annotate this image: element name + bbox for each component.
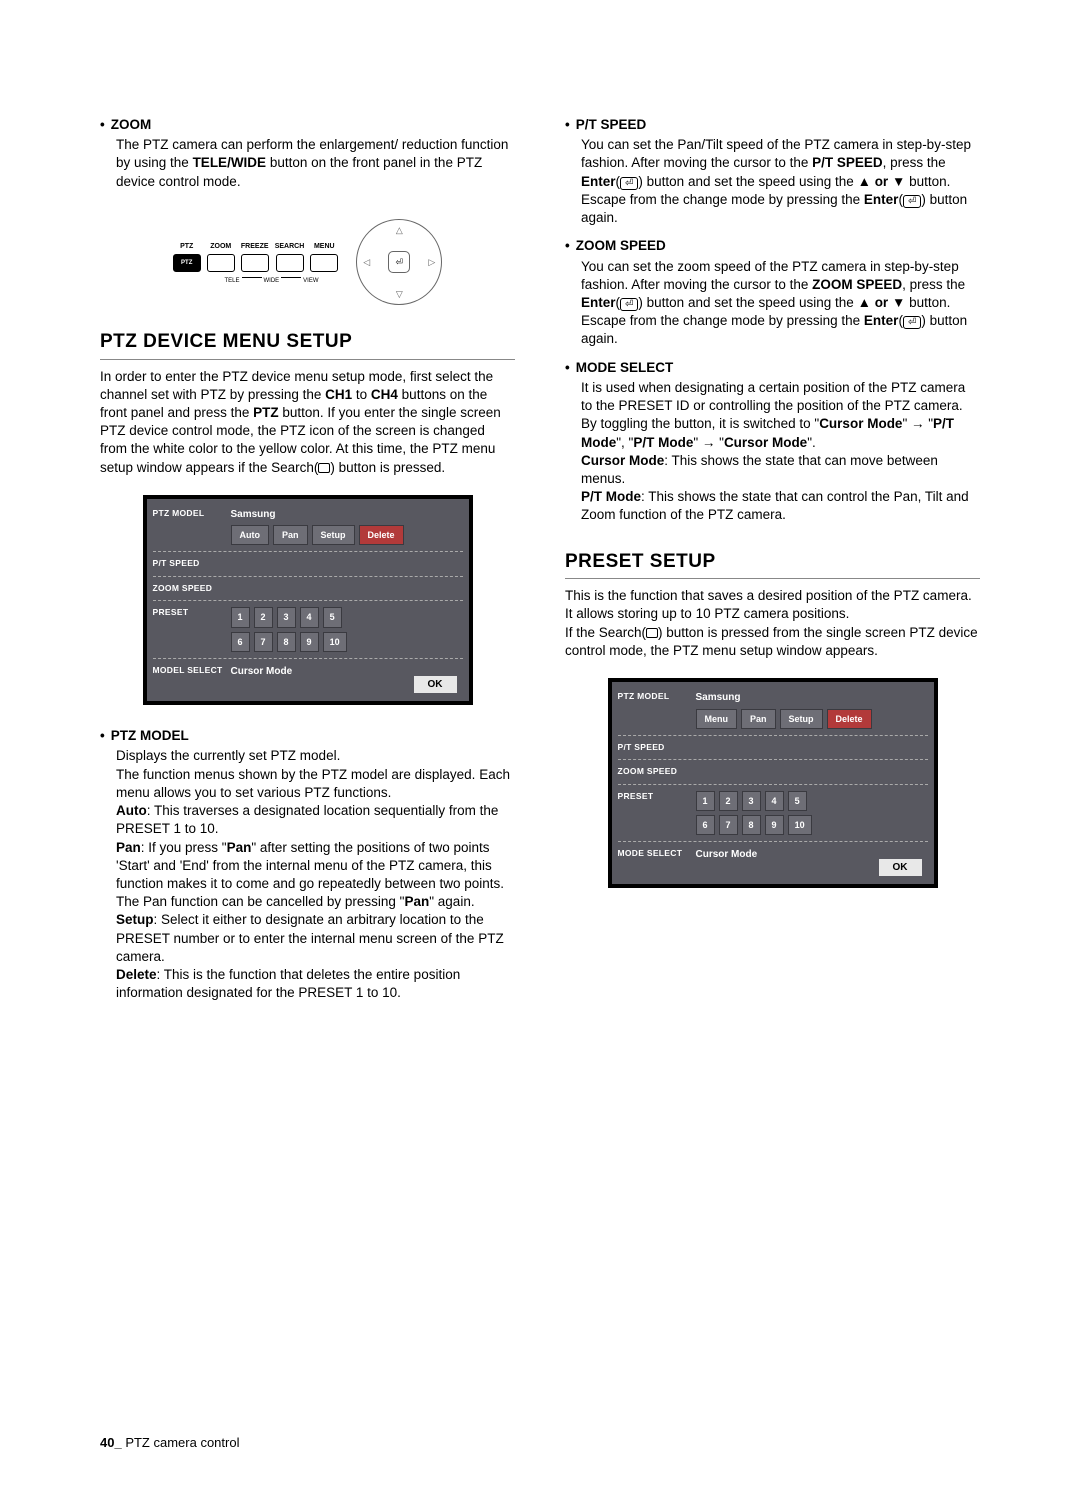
t2-preset-label: PRESET: [618, 791, 696, 802]
hw-search-button: SEARCH: [275, 242, 305, 271]
t1-preset-5[interactable]: 5: [323, 607, 342, 627]
t1-preset-7[interactable]: 7: [254, 632, 273, 652]
t2-preset-2[interactable]: 2: [719, 791, 738, 811]
front-panel-diagram: PTZPTZ ZOOM FREEZE SEARCH MENU TELE WIDE…: [100, 219, 515, 305]
t2-preset-10[interactable]: 10: [788, 815, 812, 835]
pt-speed-heading: • P/T SPEED: [565, 116, 980, 134]
t2-preset-7[interactable]: 7: [719, 815, 738, 835]
t1-preset-label: PRESET: [153, 607, 231, 618]
t1-preset-9[interactable]: 9: [300, 632, 319, 652]
left-column: • ZOOM The PTZ camera can perform the en…: [100, 110, 515, 1002]
enter-icon: ⏎: [620, 298, 638, 311]
mode-select-heading: • MODE SELECT: [565, 359, 980, 377]
ptz-menu-table-1: PTZ MODEL Samsung Auto Pan Setup Delete …: [143, 495, 473, 705]
page-number: 40_: [100, 1435, 122, 1450]
t2-preset-5[interactable]: 5: [788, 791, 807, 811]
arrow-right-icon: ▷: [428, 256, 435, 268]
t1-preset-1[interactable]: 1: [231, 607, 250, 627]
arrow-up-icon: △: [396, 224, 403, 236]
hw-freeze-button: FREEZE: [241, 242, 269, 271]
ptz-device-menu-setup-heading: PTZ DEVICE MENU SETUP: [100, 329, 515, 360]
t1-ptz-model-label: PTZ MODEL: [153, 508, 231, 519]
ptz-model-body: Displays the currently set PTZ model. Th…: [116, 747, 515, 1002]
t2-chip-menu[interactable]: Menu: [696, 709, 738, 729]
enter-icon: ⏎: [388, 251, 410, 273]
t2-preset-6[interactable]: 6: [696, 815, 715, 835]
zoom-speed-body: You can set the zoom speed of the PTZ ca…: [581, 258, 980, 349]
footer-section: PTZ camera control: [122, 1435, 240, 1450]
t2-chip-pan[interactable]: Pan: [741, 709, 776, 729]
zoom-heading: • ZOOM: [100, 116, 515, 134]
t1-preset-6[interactable]: 6: [231, 632, 250, 652]
t1-chip-pan[interactable]: Pan: [273, 525, 308, 545]
t2-ptz-model-value: Samsung: [696, 691, 928, 709]
t1-chip-setup[interactable]: Setup: [312, 525, 355, 545]
pt-speed-body: You can set the Pan/Tilt speed of the PT…: [581, 136, 980, 227]
zoom-label: ZOOM: [111, 116, 152, 134]
preset-setup-p1: This is the function that saves a desire…: [565, 587, 980, 605]
t1-preset-3[interactable]: 3: [277, 607, 296, 627]
right-column: • P/T SPEED You can set the Pan/Tilt spe…: [565, 110, 980, 1002]
page-footer: 40_ PTZ camera control: [100, 1434, 239, 1452]
t1-model-select-label: MODEL SELECT: [153, 665, 231, 676]
t1-pt-speed-label: P/T SPEED: [153, 558, 231, 569]
dpad-icon: △ ▽ ◁ ▷ ⏎: [356, 219, 442, 305]
t2-preset-9[interactable]: 9: [765, 815, 784, 835]
t1-chip-auto[interactable]: Auto: [231, 525, 270, 545]
ptz-setup-intro: In order to enter the PTZ device menu se…: [100, 368, 515, 477]
t1-preset-8[interactable]: 8: [277, 632, 296, 652]
t1-zoom-speed-label: ZOOM SPEED: [153, 583, 231, 594]
t2-pt-speed-label: P/T SPEED: [618, 742, 696, 753]
t1-ptz-model-value: Samsung: [231, 508, 463, 526]
hw-zoom-button: ZOOM: [207, 242, 235, 271]
t1-ok-button[interactable]: OK: [414, 676, 457, 693]
hw-menu-button: MENU: [310, 242, 338, 271]
t1-chip-delete[interactable]: Delete: [359, 525, 404, 545]
t2-ptz-model-label: PTZ MODEL: [618, 691, 696, 702]
ptz-menu-table-2: PTZ MODEL Samsung Menu Pan Setup Delete …: [608, 678, 938, 888]
arrow-down-icon: ▽: [396, 288, 403, 300]
t1-preset-10[interactable]: 10: [323, 632, 347, 652]
search-icon: [318, 463, 330, 473]
t2-preset-1[interactable]: 1: [696, 791, 715, 811]
t2-zoom-speed-label: ZOOM SPEED: [618, 766, 696, 777]
t2-mode-select-label: MODE SELECT: [618, 848, 696, 859]
t2-preset-4[interactable]: 4: [765, 791, 784, 811]
hw-ptz-button: PTZPTZ: [173, 242, 201, 271]
t2-chip-setup[interactable]: Setup: [780, 709, 823, 729]
arrow-left-icon: ◁: [363, 256, 370, 268]
preset-setup-heading: PRESET SETUP: [565, 549, 980, 580]
preset-setup-p2: It allows storing up to 10 PTZ camera po…: [565, 605, 980, 623]
t2-preset-8[interactable]: 8: [742, 815, 761, 835]
t2-chip-delete[interactable]: Delete: [827, 709, 872, 729]
zoom-speed-heading: • ZOOM SPEED: [565, 237, 980, 255]
zoom-body: The PTZ camera can perform the enlargeme…: [116, 136, 515, 191]
search-icon: [646, 628, 658, 638]
t1-preset-2[interactable]: 2: [254, 607, 273, 627]
ptz-model-heading: • PTZ MODEL: [100, 727, 515, 745]
enter-icon: ⏎: [903, 316, 921, 329]
preset-setup-p3: If the Search() button is pressed from t…: [565, 624, 980, 660]
t2-preset-3[interactable]: 3: [742, 791, 761, 811]
enter-icon: ⏎: [903, 195, 921, 208]
t1-preset-4[interactable]: 4: [300, 607, 319, 627]
mode-select-body: It is used when designating a certain po…: [581, 379, 980, 525]
t2-ok-button[interactable]: OK: [879, 859, 922, 876]
enter-icon: ⏎: [620, 177, 638, 190]
